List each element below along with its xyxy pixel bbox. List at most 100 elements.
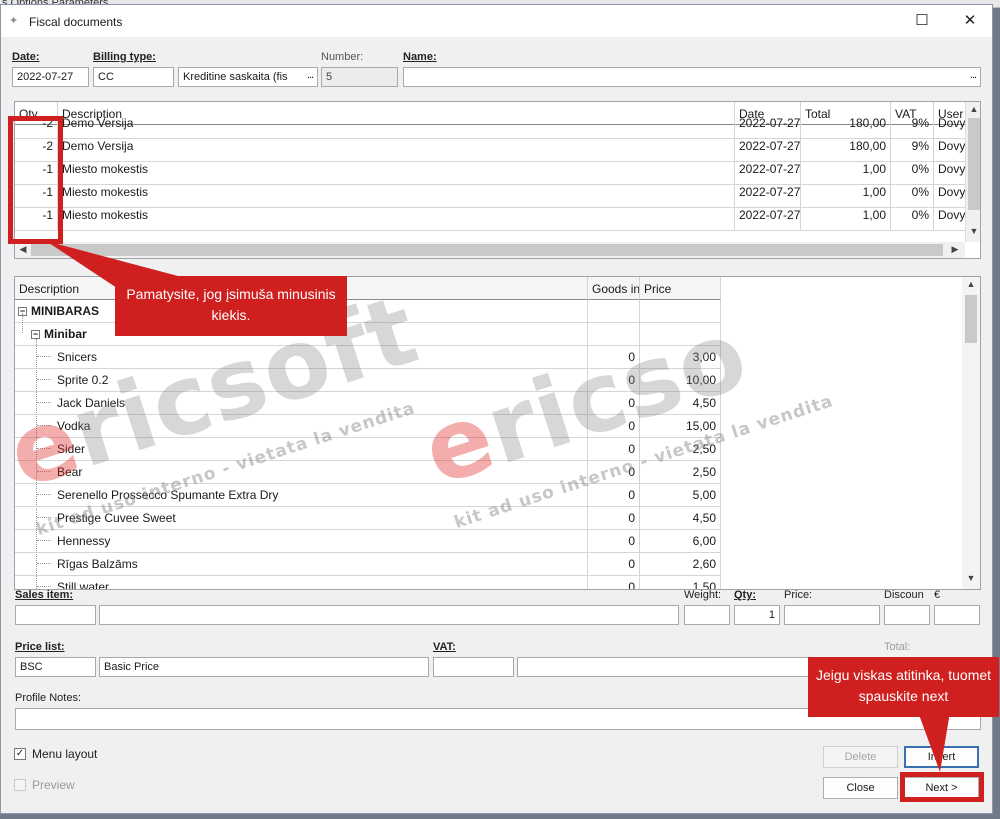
list-item[interactable]: Hennessy 0 6,00 xyxy=(15,530,721,553)
date-cell: 2022-07-27 xyxy=(735,116,801,139)
app-icon: ✦ xyxy=(9,15,19,27)
close-window-button[interactable]: ✕ xyxy=(955,9,985,33)
vat-code-field[interactable] xyxy=(433,657,514,677)
discount-field[interactable] xyxy=(884,605,930,625)
date-label: Date: xyxy=(12,51,40,63)
vat-cell: 9% xyxy=(891,139,934,162)
next-callout: Jeigu viskas atitinka, tuomet spauskite … xyxy=(808,657,999,717)
list-item[interactable]: Sider 0 2,50 xyxy=(15,438,721,461)
table-row[interactable]: -2 Demo Versija 2022-07-27 180,00 9% Dovy xyxy=(15,116,966,139)
scroll-down-icon[interactable]: ▼ xyxy=(966,226,980,236)
item-price-cell: 4,50 xyxy=(640,507,721,530)
billing-type-lookup-button[interactable]: ... xyxy=(307,69,314,81)
item-price-cell: 2,60 xyxy=(640,553,721,576)
sales-item-name-field[interactable] xyxy=(99,605,679,625)
scroll-up-icon[interactable]: ▲ xyxy=(963,279,979,289)
total-cell: 1,00 xyxy=(801,208,891,231)
billing-type-name-field[interactable]: Kreditine saskaita (fis ... xyxy=(178,67,318,87)
col-goods-in[interactable]: Goods in xyxy=(588,277,640,300)
item-goods-cell: 0 xyxy=(588,530,640,553)
name-field[interactable]: ... xyxy=(403,67,981,87)
weight-field[interactable] xyxy=(684,605,730,625)
item-price-cell: 6,00 xyxy=(640,530,721,553)
billing-type-code-field[interactable]: CC xyxy=(93,67,174,87)
item-goods-cell: 0 xyxy=(588,461,640,484)
hscroll-thumb[interactable] xyxy=(31,244,943,256)
profile-notes-label: Profile Notes: xyxy=(15,692,82,704)
table-row[interactable]: -1 Miesto mokestis 2022-07-27 1,00 0% Dovy xyxy=(15,162,966,185)
item-goods-cell: 0 xyxy=(588,346,640,369)
item-name-cell: Jack Daniels xyxy=(15,392,588,415)
tree-connector xyxy=(37,402,51,403)
item-name: Rīgas Balzāms xyxy=(57,557,138,571)
price-list-name-field[interactable]: Basic Price xyxy=(99,657,429,677)
item-name: Prestige Cuvee Sweet xyxy=(57,511,176,525)
maximize-button[interactable]: ☐ xyxy=(907,9,937,33)
vat-cell: 0% xyxy=(891,185,934,208)
scroll-up-icon[interactable]: ▲ xyxy=(966,104,980,114)
insert-button[interactable]: Insert xyxy=(904,746,979,768)
item-price-cell: 2,50 xyxy=(640,461,721,484)
item-name-cell: Hennessy xyxy=(15,530,588,553)
qty-field[interactable]: 1 xyxy=(734,605,780,625)
date-cell: 2022-07-27 xyxy=(735,208,801,231)
user-cell: Dovy xyxy=(934,162,966,185)
list-item[interactable]: Vodka 0 15,00 xyxy=(15,415,721,438)
scroll-thumb[interactable] xyxy=(965,295,977,343)
vat-name-field[interactable] xyxy=(517,657,817,677)
tree-connector xyxy=(37,540,51,541)
col-price[interactable]: Price xyxy=(640,277,721,300)
item-goods-cell: 0 xyxy=(588,576,640,589)
number-field: 5 xyxy=(321,67,398,87)
date-cell: 2022-07-27 xyxy=(735,139,801,162)
list-item[interactable]: Prestige Cuvee Sweet 0 4,50 xyxy=(15,507,721,530)
tree-connector xyxy=(37,448,51,449)
item-price-cell: 3,00 xyxy=(640,346,721,369)
table-row[interactable]: -1 Miesto mokestis 2022-07-27 1,00 0% Dovy xyxy=(15,185,966,208)
item-name: Snicers xyxy=(57,350,98,364)
scroll-thumb[interactable] xyxy=(968,118,980,210)
next-highlight-box xyxy=(900,772,984,802)
document-lines-grid: Qty Description Date Total VAT User -2 De… xyxy=(14,101,981,259)
scroll-right-icon[interactable]: ▶ xyxy=(947,244,963,255)
currency-field[interactable] xyxy=(934,605,980,625)
scroll-left-icon[interactable]: ◀ xyxy=(15,244,31,255)
item-name-cell: Sider xyxy=(15,438,588,461)
list-item[interactable]: Snicers 0 3,00 xyxy=(15,346,721,369)
item-goods-cell: 0 xyxy=(588,415,640,438)
date-field[interactable]: 2022-07-27 xyxy=(12,67,89,87)
collapse-icon[interactable]: − xyxy=(31,330,40,339)
item-name: Vodka xyxy=(57,419,91,433)
list-item[interactable]: Jack Daniels 0 4,50 xyxy=(15,392,721,415)
list-item[interactable]: Rīgas Balzāms 0 2,60 xyxy=(15,553,721,576)
catalog-vscrollbar[interactable]: ▲ ▼ xyxy=(962,277,980,589)
table-row[interactable]: -1 Miesto mokestis 2022-07-27 1,00 0% Dovy xyxy=(15,208,966,231)
delete-button[interactable]: Delete xyxy=(823,746,898,768)
preview-label: Preview xyxy=(32,778,75,792)
item-price-cell: 5,00 xyxy=(640,484,721,507)
item-name-cell: Bear xyxy=(15,461,588,484)
list-item[interactable]: Bear 0 2,50 xyxy=(15,461,721,484)
tree-subgroup-goods xyxy=(588,323,640,346)
list-item[interactable]: Sprite 0.2 0 10,00 xyxy=(15,369,721,392)
preview-checkbox[interactable] xyxy=(14,779,26,791)
item-name: Jack Daniels xyxy=(57,396,126,410)
price-list-code-field[interactable]: BSC xyxy=(15,657,96,677)
qty-label: Qty: xyxy=(734,589,756,601)
table-row[interactable]: -2 Demo Versija 2022-07-27 180,00 9% Dovy xyxy=(15,139,966,162)
tree-connector xyxy=(37,471,51,472)
close-button[interactable]: Close xyxy=(823,777,898,799)
list-item[interactable]: Serenello Prossecco Spumante Extra Dry 0 5… xyxy=(15,484,721,507)
scroll-down-icon[interactable]: ▼ xyxy=(963,573,979,583)
vat-cell: 0% xyxy=(891,208,934,231)
sales-item-code-field[interactable] xyxy=(15,605,96,625)
document-lines-hscrollbar[interactable]: ◀ ▶ xyxy=(15,242,965,258)
document-lines-vscrollbar[interactable]: ▲ ▼ xyxy=(965,102,980,242)
list-item[interactable]: Still water 0 1,50 xyxy=(15,576,721,589)
menu-layout-checkbox[interactable]: ✓ xyxy=(14,748,26,760)
tree-connector xyxy=(37,563,51,564)
tree-group-label: MINIBARAS xyxy=(31,304,99,318)
item-goods-cell: 0 xyxy=(588,438,640,461)
name-lookup-button[interactable]: ... xyxy=(970,69,977,81)
price-field[interactable] xyxy=(784,605,880,625)
